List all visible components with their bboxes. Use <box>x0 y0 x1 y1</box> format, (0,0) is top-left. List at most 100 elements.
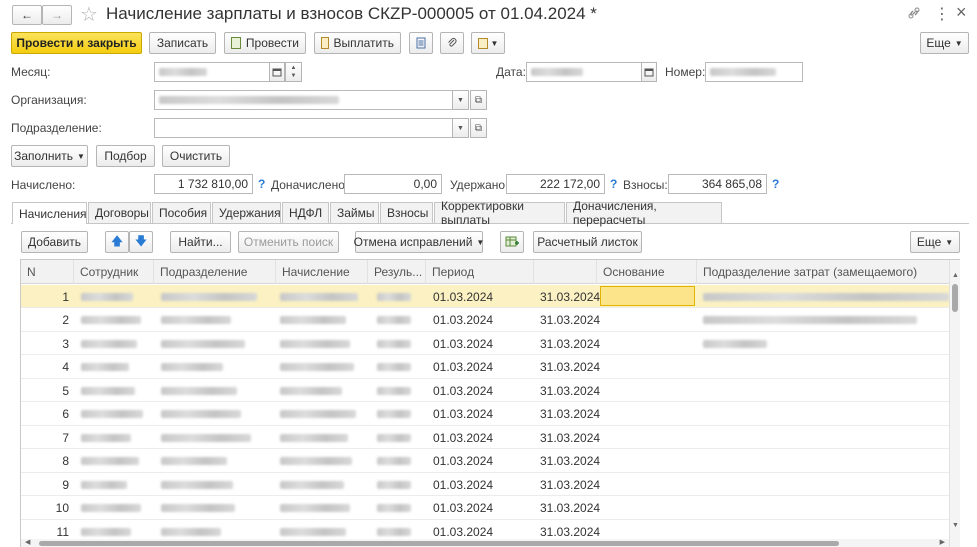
tab-loans[interactable]: Займы <box>330 202 379 223</box>
period-end-cell: 31.03.2024 <box>540 289 601 304</box>
more-label: Еще <box>926 36 951 50</box>
table-row[interactable]: 3 01.03.2024 31.03.2024 <box>21 332 949 355</box>
favorite-star-icon[interactable]: ☆ <box>80 2 98 27</box>
calendar-icon[interactable] <box>641 62 657 82</box>
basis-cell[interactable] <box>600 309 695 332</box>
number-field[interactable] <box>705 62 803 82</box>
date-label: Дата: <box>496 65 526 79</box>
link-icon[interactable] <box>907 6 921 20</box>
tab-contracts[interactable]: Договоры <box>88 202 151 223</box>
basis-cell[interactable] <box>600 286 695 306</box>
column-header-period[interactable]: Период <box>426 260 534 284</box>
table-row[interactable]: 6 01.03.2024 31.03.2024 <box>21 403 949 426</box>
post-button[interactable]: Провести <box>224 32 306 54</box>
pay-doc-icon <box>321 37 329 49</box>
tab-accruals[interactable]: Начисления <box>12 202 87 224</box>
table-row[interactable]: 7 01.03.2024 31.03.2024 <box>21 426 949 449</box>
help-icon[interactable]: ? <box>610 177 617 191</box>
select-button[interactable]: Подбор <box>96 145 155 167</box>
open-icon[interactable]: ⧉ <box>470 90 487 110</box>
more-menu-icon[interactable]: ⋮ <box>934 4 950 24</box>
column-header-employee[interactable]: Сотрудник <box>74 260 154 284</box>
horizontal-scrollbar[interactable]: ◀ ▶ <box>21 539 949 547</box>
add-button[interactable]: Добавить <box>21 231 88 253</box>
column-header-period-end[interactable] <box>534 260 597 284</box>
column-header-department[interactable]: Подразделение <box>154 260 276 284</box>
column-header-result[interactable]: Резуль... <box>368 260 426 284</box>
month-field[interactable] <box>154 62 270 82</box>
department-cell <box>161 497 235 520</box>
stepper-down-icon[interactable]: ▼ <box>291 72 297 80</box>
fill-button[interactable]: Заполнить ▼ <box>11 145 88 167</box>
save-button[interactable]: Записать <box>149 32 216 54</box>
tab-recalculations[interactable]: Доначисления, перерасчеты <box>566 199 722 227</box>
period-start-cell: 01.03.2024 <box>433 477 494 492</box>
scroll-right-arrow-icon[interactable]: ▶ <box>940 538 945 546</box>
chevron-down-icon: ▼ <box>77 151 85 161</box>
clear-button[interactable]: Очистить <box>162 145 230 167</box>
date-field[interactable] <box>526 62 642 82</box>
help-icon[interactable]: ? <box>258 177 265 191</box>
table-row[interactable]: 9 01.03.2024 31.03.2024 <box>21 473 949 496</box>
create-based-on-button[interactable]: ▼ <box>471 32 505 54</box>
period-start-cell: 01.03.2024 <box>433 407 494 421</box>
stepper-up-icon[interactable]: ▲ <box>291 64 297 72</box>
basis-cell[interactable] <box>600 473 695 496</box>
column-header-basis[interactable]: Основание <box>597 260 697 284</box>
month-stepper[interactable]: ▲ ▼ <box>285 62 302 82</box>
attachment-icon[interactable] <box>440 32 464 54</box>
help-icon[interactable]: ? <box>772 177 779 191</box>
tab-deductions[interactable]: Удержания <box>212 202 281 223</box>
scrollbar-thumb[interactable] <box>952 284 958 312</box>
scroll-left-arrow-icon[interactable]: ◀ <box>25 538 30 546</box>
cancel-search-button[interactable]: Отменить поиск <box>238 231 339 253</box>
report-list-icon[interactable] <box>409 32 433 54</box>
department-field[interactable] <box>154 118 453 138</box>
basis-cell[interactable] <box>600 356 695 379</box>
move-down-button[interactable]: 🡇 <box>129 231 153 253</box>
vertical-scrollbar[interactable]: ▲ ▼ <box>949 260 960 547</box>
table-row[interactable]: 1 01.03.2024 31.03.2024 <box>21 285 949 308</box>
payslip-button[interactable]: Расчетный листок <box>533 231 642 253</box>
close-icon[interactable]: × <box>956 2 967 23</box>
table-row[interactable]: 10 01.03.2024 31.03.2024 <box>21 497 949 520</box>
organization-field[interactable] <box>154 90 453 110</box>
dropdown-arrow-icon[interactable]: ▼ <box>452 118 469 138</box>
table-settings-button[interactable] <box>500 231 524 253</box>
forward-button[interactable]: → <box>42 5 72 25</box>
scroll-down-arrow-icon[interactable]: ▼ <box>952 522 959 529</box>
basis-cell[interactable] <box>600 403 695 426</box>
table-row[interactable]: 4 01.03.2024 31.03.2024 <box>21 356 949 379</box>
move-up-button[interactable]: 🡅 <box>105 231 129 253</box>
pay-button[interactable]: Выплатить <box>314 32 401 54</box>
tab-benefits[interactable]: Пособия <box>152 202 211 223</box>
basis-cell[interactable] <box>600 426 695 449</box>
find-button[interactable]: Найти... <box>170 231 231 253</box>
basis-cell[interactable] <box>600 497 695 520</box>
tab-contributions[interactable]: Взносы <box>380 202 433 223</box>
table-row[interactable]: 2 01.03.2024 31.03.2024 <box>21 309 949 332</box>
basis-cell[interactable] <box>600 332 695 355</box>
basis-cell[interactable] <box>600 379 695 402</box>
scroll-up-arrow-icon[interactable]: ▲ <box>952 272 959 279</box>
more-button[interactable]: Еще ▼ <box>920 32 969 54</box>
post-and-close-button[interactable]: Провести и закрыть <box>11 32 142 54</box>
back-button[interactable]: ← <box>12 5 42 25</box>
table-row[interactable]: 8 01.03.2024 31.03.2024 <box>21 450 949 473</box>
cancel-corrections-button[interactable]: Отмена исправлений ▼ <box>354 231 484 253</box>
open-icon[interactable]: ⧉ <box>470 118 487 138</box>
calendar-icon[interactable] <box>269 62 285 82</box>
column-header-cost-department[interactable]: Подразделение затрат (замещаемого) <box>697 260 949 284</box>
basis-cell[interactable] <box>600 450 695 473</box>
accrual-cell <box>280 309 346 332</box>
tab-ndfl[interactable]: НДФЛ <box>282 202 329 223</box>
period-end-cell: 31.03.2024 <box>540 430 601 445</box>
table-row[interactable]: 5 01.03.2024 31.03.2024 <box>21 379 949 402</box>
table-more-button[interactable]: Еще ▼ <box>910 231 960 253</box>
employee-cell <box>81 285 133 308</box>
column-header-n[interactable]: N <box>21 260 74 284</box>
dropdown-arrow-icon[interactable]: ▼ <box>452 90 469 110</box>
column-header-accrual[interactable]: Начисление <box>276 260 368 284</box>
horizontal-scrollbar-thumb[interactable] <box>39 541 839 546</box>
tab-payment-corrections[interactable]: Корректировки выплаты <box>434 199 565 227</box>
